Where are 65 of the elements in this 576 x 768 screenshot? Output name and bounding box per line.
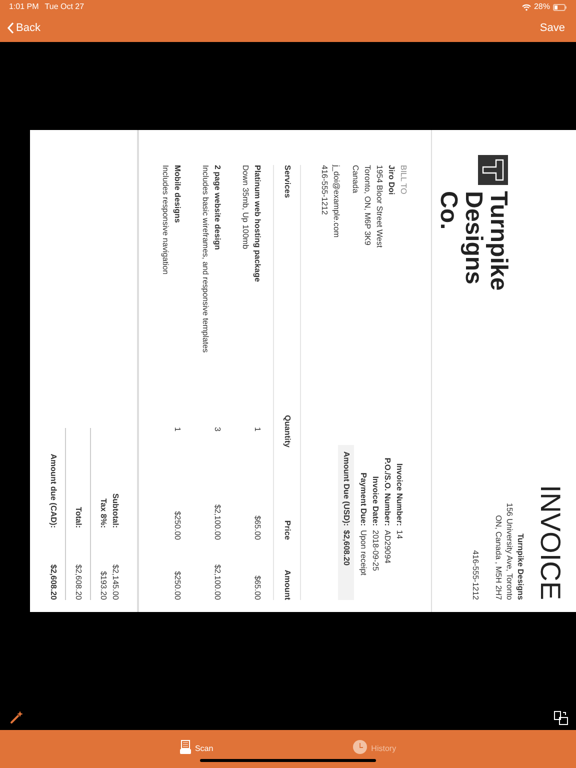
detail-label: Invoice Date: [370,475,381,526]
company-address: ON, Canada , M5H 2H7 [493,515,504,600]
client-name: Jiro Doi [386,165,397,197]
status-time: 1:01 PM [9,1,39,13]
rotate-pages-icon[interactable] [554,711,568,725]
detail-value: 2018-09-25 [370,530,381,573]
amount-due-label: Amount Due (USD): [341,451,352,526]
column-header: Amount [282,568,293,600]
service-description: Includes basic wireframes, and responsive templates [200,165,211,355]
client-email: j_doi@example.com [331,165,342,240]
chevron-left-icon [7,22,14,34]
battery-percentage: 28% [534,1,550,13]
detail-value: AD29094 [382,530,393,566]
table-cell-text: $65.00 [252,514,263,540]
detail-label: Payment Due: [358,472,369,526]
column-header: Services [282,165,293,200]
company-name: Turnpike Designs [515,533,526,600]
client-address: Toronto, ON, M6P 3K9 [362,165,373,248]
table-cell-text: 3 [212,426,223,434]
wifi-icon [522,4,531,10]
invoice-title: INVOICE [536,484,564,600]
detail-value: 14 [394,530,405,541]
tab[interactable]: History [353,740,396,754]
table-cell-text: $2,100.00 [212,563,223,600]
detail-value: Upon receipt [358,530,369,578]
bill-to-heading: BILL TO [398,165,409,196]
scanner-icon [180,740,191,754]
total-value: $2,145.00 [110,563,121,600]
service-name: 2 page website design [212,165,223,252]
table-cell-text: $65.00 [252,574,263,600]
client-phone: 416-555-1212 [319,165,330,217]
table-cell-text: $2,100.00 [212,503,223,540]
total-value: $2,608.20 [48,563,59,600]
company-address: 156 University Ave, Toronto [504,502,515,600]
save-button[interactable]: Save [540,20,569,36]
total-value: $193.20 [98,570,109,600]
amount-due-value: $2,608.20 [341,530,352,568]
detail-label: P.O./S.O. Number: [382,456,393,526]
company-logo-text: Turnpike Designs Co. [436,191,511,293]
client-address: 1954 Bloor Street West [374,165,385,248]
total-label: Subtotal: [110,492,121,528]
service-name: Platinum web hosting package [252,165,263,284]
column-header: Price [282,519,293,540]
table-cell-text: 1 [172,426,183,434]
total-label: Tax 8%: [98,497,109,528]
table-cell-text: $250.00 [172,510,183,540]
table-cell-text: $250.00 [172,570,183,600]
battery-icon [553,4,567,10]
logo-icon [478,155,508,185]
total-value: $2,608.20 [73,563,84,600]
total-label: Total: [73,506,84,528]
service-name: Mobile designs [172,165,183,225]
client-address: Canada [350,165,361,196]
back-button[interactable]: Back [7,20,40,36]
company-phone: 416-555-1212 [470,550,481,600]
clock-icon [353,740,368,754]
magic-wand-icon[interactable] [10,710,24,724]
tab[interactable]: Scan [180,740,214,754]
status-date: Tue Oct 27 [44,1,84,13]
column-header: Quantity [282,415,293,450]
service-description: Includes responsive navigation [160,165,171,276]
table-cell-text: 1 [252,426,263,434]
total-label: Amount due (CAD): [48,452,59,528]
detail-label: Invoice Number: [394,462,405,526]
service-description: Down 35mb, Up 100mb [240,165,251,252]
